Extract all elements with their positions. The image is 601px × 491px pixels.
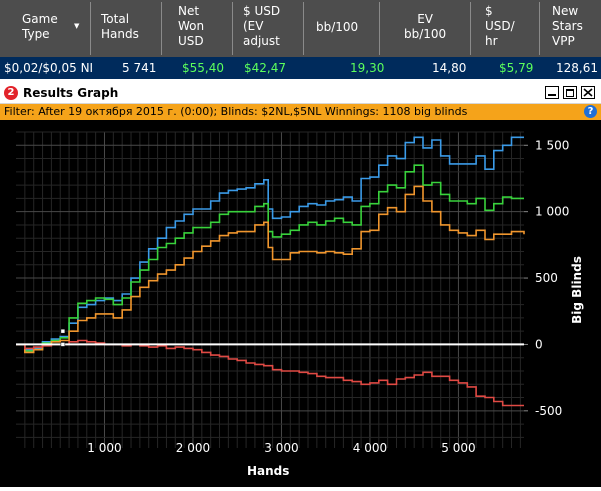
- y-tick-label: 500: [535, 271, 558, 285]
- series-line-1: [16, 164, 524, 352]
- column-label: Total Hands: [101, 12, 139, 41]
- cell-usd-hr: $5,79: [499, 61, 534, 75]
- x-tick-label: 4 000: [353, 441, 387, 455]
- app-logo-icon: 2: [4, 86, 18, 100]
- x-tick-label: 2 000: [176, 441, 210, 455]
- maximize-icon[interactable]: [563, 86, 577, 99]
- minimize-icon[interactable]: [545, 86, 559, 99]
- results-graph[interactable]: 1 500 1 000 500 0 -500 1 000 2 000 3 000 4 000 5 …: [0, 120, 601, 487]
- x-tick-label: 3 000: [264, 441, 298, 455]
- cell-ev-adjusted: $42,47: [244, 61, 286, 75]
- cell-ev-bb-100: 14,80: [432, 61, 467, 75]
- y-axis-label: Big Blinds: [570, 256, 584, 324]
- column-header-bb-100[interactable]: bb/100: [304, 0, 379, 57]
- column-label: $ USD/ hr: [485, 4, 515, 48]
- column-label: $ USD (EV adjust: [243, 4, 281, 48]
- series-marker: [60, 328, 66, 334]
- series-marker: [60, 342, 66, 347]
- x-axis-label: Hands: [247, 464, 289, 478]
- cell-net-won: $55,40: [182, 61, 224, 75]
- results-graph-titlebar[interactable]: 2 Results Graph: [0, 83, 601, 104]
- column-header-vpp[interactable]: New Stars VPP: [540, 0, 601, 57]
- column-label: bb/100: [316, 20, 359, 34]
- x-tick-label: 1 000: [87, 441, 121, 455]
- cell-bb-100: 19,30: [350, 61, 385, 75]
- column-label: New Stars VPP: [552, 4, 583, 48]
- cell-game-type: $0,02/$0,05 NI: [4, 61, 94, 75]
- grid: [16, 131, 524, 448]
- column-header-ev-adjusted[interactable]: $ USD (EV adjust: [233, 0, 303, 57]
- series-lines: [16, 136, 525, 407]
- column-header-game-type[interactable]: Game Type ▼: [0, 0, 90, 57]
- stats-table-header: Game Type ▼ Total Hands Net Won USD $ US…: [0, 0, 601, 57]
- cell-total-hands: 5 741: [122, 61, 157, 75]
- y-tick-label: 0: [535, 337, 543, 351]
- axes: 1 500 1 000 500 0 -500 1 000 2 000 3 000 4 000 5 …: [87, 138, 584, 478]
- column-header-usd-hr[interactable]: $ USD/ hr: [471, 0, 539, 57]
- y-tick-label: 1 000: [535, 205, 569, 219]
- filter-bar: Filter: After 19 октября 2015 г. (0:00);…: [0, 104, 601, 120]
- column-label: EV bb/100: [404, 12, 447, 41]
- close-icon[interactable]: [581, 86, 595, 99]
- column-header-net-won[interactable]: Net Won USD: [162, 0, 232, 57]
- help-icon[interactable]: ?: [584, 105, 597, 118]
- y-tick-label: -500: [535, 404, 562, 418]
- filter-text: Filter: After 19 октября 2015 г. (0:00);…: [4, 105, 468, 118]
- column-label: Game Type: [22, 12, 58, 41]
- stats-table-row[interactable]: $0,02/$0,05 NI 5 741 $55,40 $42,47 19,30…: [0, 57, 601, 79]
- y-tick-label: 1 500: [535, 138, 569, 152]
- sort-desc-icon[interactable]: ▼: [74, 19, 79, 34]
- series-line-3: [16, 339, 524, 407]
- column-label: Net Won USD: [178, 4, 205, 48]
- column-header-ev-bb-100[interactable]: EV bb/100: [380, 0, 470, 57]
- cell-vpp: 128,61: [556, 61, 598, 75]
- column-header-total-hands[interactable]: Total Hands: [91, 0, 161, 57]
- x-tick-label: 5 000: [441, 441, 475, 455]
- results-graph-svg[interactable]: 1 500 1 000 500 0 -500 1 000 2 000 3 000 4 000 5 …: [0, 120, 601, 487]
- window-title: Results Graph: [23, 86, 119, 100]
